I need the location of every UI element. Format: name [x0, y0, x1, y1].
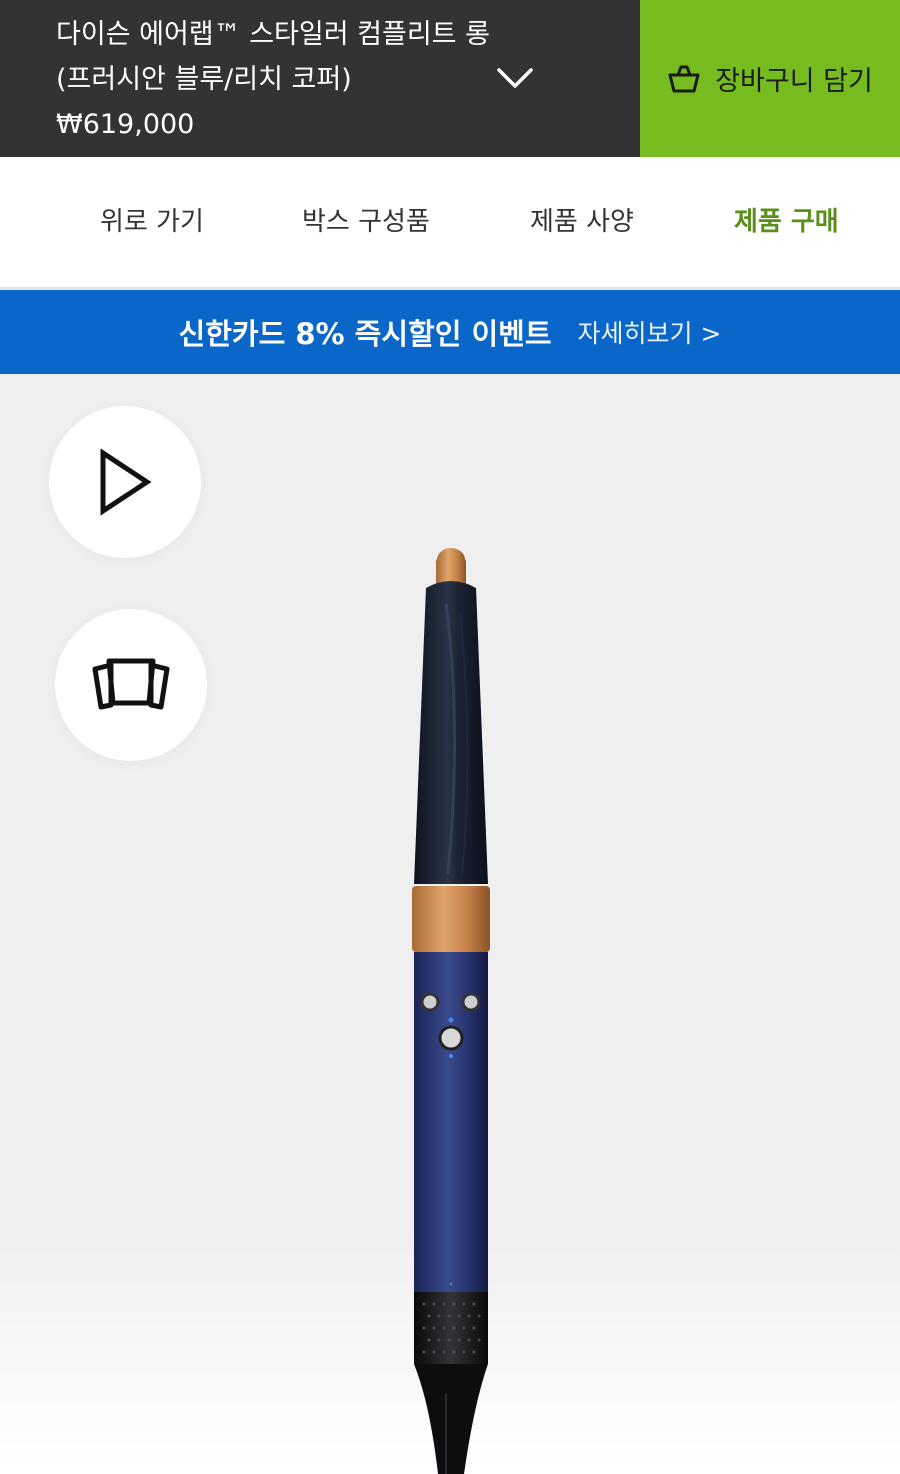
nav-item-box-contents[interactable]: 박스 구성품: [302, 201, 430, 238]
play-video-button[interactable]: [49, 406, 201, 558]
sticky-product-bar: 다이슨 에어랩™ 스타일러 컴플리트 롱 (프러시안 블루/리치 코퍼) ₩61…: [0, 0, 900, 157]
product-hero: [0, 374, 900, 1474]
nav-item-back-to-top[interactable]: 위로 가기: [100, 201, 204, 238]
basket-icon: [668, 65, 700, 92]
gallery-button[interactable]: [55, 609, 207, 761]
add-to-cart-label: 장바구니 담기: [715, 66, 873, 97]
airwrap-styler-image: [412, 548, 490, 1474]
promo-banner[interactable]: 신한카드 8% 즉시할인 이벤트 자세히보기 >: [0, 290, 900, 374]
chevron-down-icon[interactable]: [496, 60, 534, 94]
add-to-cart-button[interactable]: 장바구니 담기: [640, 0, 900, 157]
nav-item-specs[interactable]: 제품 사양: [530, 201, 634, 238]
section-nav: 위로 가기 박스 구성품 제품 사양 제품 구매: [0, 157, 900, 290]
play-icon: [100, 448, 152, 516]
product-info[interactable]: 다이슨 에어랩™ 스타일러 컴플리트 롱 (프러시안 블루/리치 코퍼) ₩61…: [0, 0, 640, 157]
nav-item-buy[interactable]: 제품 구매: [734, 201, 839, 238]
promo-details-link[interactable]: 자세히보기 >: [578, 314, 722, 350]
promo-title: 신한카드 8% 즉시할인 이벤트: [178, 317, 552, 351]
gallery-icon: [92, 658, 170, 710]
product-name: 다이슨 에어랩™ 스타일러 컴플리트 롱 (프러시안 블루/리치 코퍼): [56, 19, 490, 95]
product-price: ₩619,000: [56, 109, 195, 140]
